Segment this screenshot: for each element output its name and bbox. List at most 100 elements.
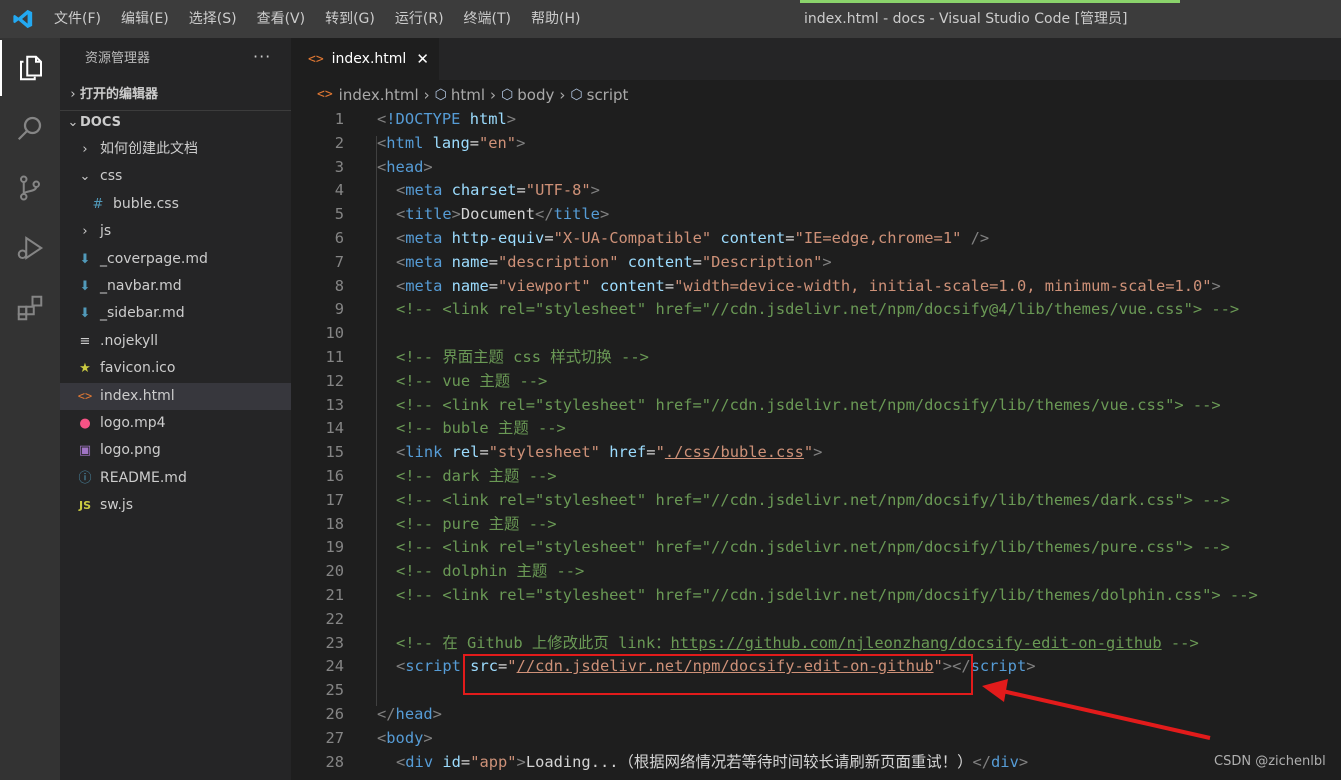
- line-number: 24: [325, 657, 344, 676]
- tree-item[interactable]: ● logo.mp4: [60, 410, 291, 437]
- tree-item-label: favicon.ico: [100, 360, 176, 377]
- code-token: "UTF-8": [525, 181, 591, 200]
- annotation-arrow-icon: [982, 679, 1211, 740]
- code-line[interactable]: 19 <!-- <link rel="stylesheet" href="//cd…: [291, 536, 1341, 560]
- code-line[interactable]: 14 <!-- buble 主题 -->: [291, 417, 1341, 441]
- code-line[interactable]: 9 <!-- <link rel="stylesheet" href="//cdn…: [291, 298, 1341, 322]
- code-line[interactable]: 5 <title>Document</title>: [291, 203, 1341, 227]
- code-line[interactable]: 28 <div id="app">Loading...（根据网络情况若等待时间较长…: [291, 751, 1341, 775]
- code-text: <!-- <link rel="stylesheet" href="//cdn.…: [396, 298, 1239, 322]
- code-token: content: [627, 252, 693, 271]
- code-token: "X-UA-Compatible": [553, 228, 712, 247]
- open-editors-label: 打开的编辑器: [80, 87, 159, 102]
- code-line[interactable]: 20 <!-- dolphin 主题 -->: [291, 560, 1341, 584]
- line-number: 4: [334, 181, 344, 200]
- close-icon[interactable]: ✕: [416, 50, 429, 68]
- code-token: Document: [460, 205, 536, 224]
- code-token: <: [377, 157, 387, 176]
- breadcrumb-item[interactable]: index.html: [339, 84, 419, 106]
- code-line[interactable]: 15 <link rel="stylesheet" href="./css/bub…: [291, 441, 1341, 465]
- tree-item[interactable]: › js: [60, 218, 291, 245]
- menu-item[interactable]: 文件(F): [44, 0, 111, 38]
- code-token: title: [553, 205, 600, 224]
- menu-item[interactable]: 选择(S): [179, 0, 247, 38]
- line-number: 14: [325, 419, 344, 438]
- code-token: <!-- <link rel="stylesheet" href="//cdn.…: [396, 300, 1240, 319]
- code-line[interactable]: 11 <!-- 界面主题 css 样式切换 -->: [291, 346, 1341, 370]
- breadcrumb-item[interactable]: html: [451, 84, 485, 106]
- tree-item[interactable]: ⬇ _navbar.md: [60, 273, 291, 300]
- code-line[interactable]: 4 <meta charset="UTF-8">: [291, 179, 1341, 203]
- tree-item[interactable]: ≡ .nojekyll: [60, 328, 291, 355]
- line-number: 1: [334, 110, 344, 128]
- menu-item[interactable]: 帮助(H): [521, 0, 590, 38]
- chevron-right-icon: ›: [70, 87, 76, 102]
- code-token: </: [972, 752, 992, 771]
- code-line[interactable]: 1 <!DOCTYPE html>: [291, 108, 1341, 132]
- code-line[interactable]: 7 <meta name="description" content="Descr…: [291, 251, 1341, 275]
- code-token: =: [488, 252, 498, 271]
- activity-source-control[interactable]: [0, 160, 60, 216]
- tree-item[interactable]: ⌄ css: [60, 163, 291, 190]
- code-token: Loading...（根据网络情况若等待时间较长请刷新页面重试！）: [525, 752, 973, 771]
- menu-item[interactable]: 运行(R): [385, 0, 454, 38]
- code-line[interactable]: 10: [291, 322, 1341, 346]
- activity-search[interactable]: [0, 100, 60, 156]
- code-line[interactable]: 3 <head>: [291, 156, 1341, 180]
- line-number: 28: [325, 752, 344, 771]
- more-actions-icon[interactable]: ···: [253, 38, 271, 80]
- code-token: >: [432, 704, 442, 723]
- tab-index-html[interactable]: <> index.html ✕: [291, 38, 439, 80]
- code-text: <link rel="stylesheet" href="./css/buble…: [396, 441, 822, 465]
- tree-item[interactable]: ⬇ _coverpage.md: [60, 246, 291, 273]
- tree-item[interactable]: ★ favicon.ico: [60, 355, 291, 382]
- code-token: >: [1211, 276, 1221, 295]
- menu-item[interactable]: 查看(V): [247, 0, 316, 38]
- code-token: =: [460, 752, 471, 771]
- code-line[interactable]: 2 <html lang="en">: [291, 132, 1341, 156]
- code-line[interactable]: 12 <!-- vue 主题 -->: [291, 370, 1341, 394]
- code-token: <!-- pure 主题 -->: [396, 514, 557, 533]
- tree-item[interactable]: ▣ logo.png: [60, 437, 291, 464]
- code-line[interactable]: 6 <meta http-equiv="X-UA-Compatible" cont…: [291, 227, 1341, 251]
- menu-item[interactable]: 转到(G): [315, 0, 385, 38]
- html-file-icon: <>: [308, 51, 324, 67]
- line-number: 25: [325, 681, 344, 700]
- tree-item[interactable]: ⓘ README.md: [60, 465, 291, 492]
- code-line[interactable]: 18 <!-- pure 主题 -->: [291, 513, 1341, 537]
- code-text: <meta name="description" content="Descri…: [396, 251, 832, 275]
- tree-item[interactable]: › 如何创建此文档: [60, 136, 291, 163]
- tree-item[interactable]: # buble.css: [60, 191, 291, 218]
- folder-section-docs[interactable]: ⌄ DOCS: [60, 110, 291, 136]
- code-line[interactable]: 13 <!-- <link rel="stylesheet" href="//cd…: [291, 394, 1341, 418]
- code-line[interactable]: 17 <!-- <link rel="stylesheet" href="//cd…: [291, 489, 1341, 513]
- activity-extensions[interactable]: [0, 280, 60, 336]
- line-number: 22: [325, 609, 344, 628]
- code-token: meta: [405, 228, 443, 247]
- activity-explorer[interactable]: [0, 40, 60, 96]
- tree-item-label: index.html: [100, 387, 175, 404]
- code-token: name: [451, 252, 489, 271]
- open-editors-section[interactable]: › 打开的编辑器: [60, 82, 291, 108]
- vscode-logo-icon[interactable]: [12, 8, 34, 30]
- code-line[interactable]: 23 <!-- 在 Github 上修改此页 link：https://githu…: [291, 632, 1341, 656]
- tree-item[interactable]: ⬇ _sidebar.md: [60, 300, 291, 327]
- code-line[interactable]: 22: [291, 608, 1341, 632]
- menu-item[interactable]: 终端(T): [454, 0, 521, 38]
- code-token: =: [469, 133, 479, 152]
- breadcrumb-item[interactable]: script: [587, 84, 629, 106]
- code-token: name: [451, 276, 489, 295]
- code-line[interactable]: 8 <meta name="viewport" content="width=de…: [291, 275, 1341, 299]
- code-line[interactable]: 16 <!-- dark 主题 -->: [291, 465, 1341, 489]
- tree-item[interactable]: JS sw.js: [60, 492, 291, 519]
- line-number: 9: [334, 300, 344, 319]
- code-line[interactable]: 21 <!-- <link rel="stylesheet" href="//cd…: [291, 584, 1341, 608]
- menu-item[interactable]: 编辑(E): [111, 0, 179, 38]
- folder-label: DOCS: [80, 115, 121, 130]
- activity-run-debug[interactable]: [0, 220, 60, 276]
- menu-bar: 文件(F) 编辑(E) 选择(S) 查看(V) 转到(G) 运行(R) 终端(T) 帮助(H): [44, 0, 590, 38]
- breadcrumb-item[interactable]: body: [517, 84, 554, 106]
- tree-item[interactable]: <> index.html: [60, 382, 291, 410]
